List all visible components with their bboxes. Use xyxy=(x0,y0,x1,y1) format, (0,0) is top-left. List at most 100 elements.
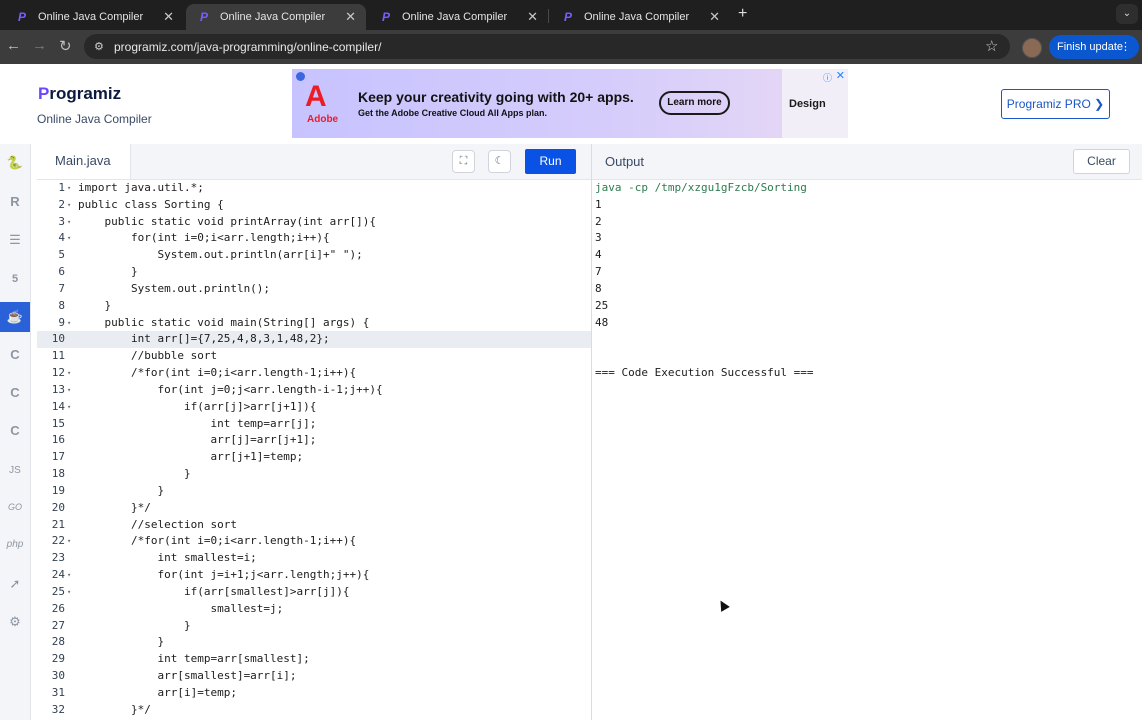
browser-tab[interactable]: P Online Java Compiler ✕ xyxy=(550,4,730,30)
line-number: 9 xyxy=(58,315,65,329)
code-line[interactable]: 10 int arr[]={7,25,4,8,3,1,48,2}; xyxy=(37,331,591,349)
browser-tab[interactable]: P Online Java Compiler ✕ xyxy=(4,4,184,30)
line-number: 22 xyxy=(51,534,65,548)
code-line[interactable]: 5 System.out.println(arr[i]+" "); xyxy=(37,247,591,264)
code-line[interactable]: 28 } xyxy=(37,634,591,651)
ad-brand: Adobe xyxy=(307,114,339,125)
code-line[interactable]: 25 ▾ if(arr[smallest]>arr[j]){ xyxy=(37,584,591,601)
fold-arrow-icon[interactable]: ▾ xyxy=(67,365,71,382)
fold-arrow-icon[interactable]: ▾ xyxy=(67,315,71,332)
code-line[interactable]: 21 //selection sort xyxy=(37,517,591,534)
browser-tab[interactable]: P Online Java Compiler ✕ xyxy=(368,4,548,30)
code-text: //selection sort xyxy=(78,517,237,531)
code-text: } xyxy=(78,618,191,632)
code-line[interactable]: 8 } xyxy=(37,298,591,315)
fold-arrow-icon[interactable]: ▾ xyxy=(67,382,71,399)
go-icon[interactable]: GO xyxy=(0,492,30,522)
code-text: int temp=arr[j]; xyxy=(78,416,317,430)
sql-icon[interactable]: ☰ xyxy=(0,225,30,255)
dark-mode-icon[interactable]: ☾ xyxy=(488,150,511,173)
back-icon[interactable]: ← xyxy=(6,37,21,54)
code-line[interactable]: 20 }*/ xyxy=(37,500,591,517)
java-icon[interactable]: ☕ xyxy=(0,302,30,332)
code-line[interactable]: 22 ▾ /*for(int i=0;i<arr.length-1;i++){ xyxy=(37,533,591,550)
code-line[interactable]: 30 arr[smallest]=arr[i]; xyxy=(37,668,591,685)
tab-search-icon[interactable]: ⌄ xyxy=(1116,4,1138,24)
clear-button[interactable]: Clear xyxy=(1073,149,1130,174)
r-icon[interactable]: R xyxy=(0,187,30,217)
cpp-icon[interactable]: C xyxy=(0,378,30,408)
code-line[interactable]: 3 ▾ public static void printArray(int arr… xyxy=(37,214,591,231)
adobe-ad-banner[interactable]: A Adobe Keep your creativity going with … xyxy=(292,69,848,138)
php-icon[interactable]: php xyxy=(0,530,30,560)
close-tab-icon[interactable]: ✕ xyxy=(345,9,356,25)
pane-divider[interactable] xyxy=(591,144,592,720)
ad-info-icon[interactable]: ⓘ xyxy=(823,71,832,84)
close-tab-icon[interactable]: ✕ xyxy=(709,9,720,25)
fullscreen-icon[interactable]: ⛶ xyxy=(452,150,475,173)
line-number: 16 xyxy=(51,433,65,447)
fold-arrow-icon[interactable]: ▾ xyxy=(67,230,71,247)
code-line[interactable]: 23 int smallest=i; xyxy=(37,550,591,567)
line-number: 30 xyxy=(51,669,65,683)
fold-arrow-icon[interactable]: ▾ xyxy=(67,180,71,197)
code-line[interactable]: 18 } xyxy=(37,466,591,483)
more-menu-icon[interactable]: ⋮ xyxy=(1120,35,1131,59)
close-tab-icon[interactable]: ✕ xyxy=(527,9,538,25)
code-line[interactable]: 32 }*/ xyxy=(37,702,591,719)
code-line[interactable]: 4 ▾ for(int i=0;i<arr.length;i++){ xyxy=(37,230,591,247)
programiz-logo[interactable]: Programiz xyxy=(38,84,121,104)
file-tab[interactable]: Main.java xyxy=(37,144,131,179)
code-line[interactable]: 13 ▾ for(int j=0;j<arr.length-i-1;j++){ xyxy=(37,382,591,399)
code-line[interactable]: 14 ▾ if(arr[j]>arr[j+1]){ xyxy=(37,399,591,416)
c-icon[interactable]: C xyxy=(0,340,30,370)
profile-avatar[interactable] xyxy=(1022,38,1042,58)
code-line[interactable]: 2 ▾ public class Sorting { xyxy=(37,197,591,214)
fold-arrow-icon[interactable]: ▾ xyxy=(67,567,71,584)
code-line[interactable]: 31 arr[i]=temp; xyxy=(37,685,591,702)
fold-arrow-icon[interactable]: ▾ xyxy=(67,584,71,601)
browser-tab-active[interactable]: P Online Java Compiler ✕ xyxy=(186,4,366,30)
ad-learn-more-button[interactable]: Learn more xyxy=(659,91,730,115)
programiz-pro-button[interactable]: Programiz PRO ❯ xyxy=(1001,89,1110,119)
run-button[interactable]: Run xyxy=(525,149,576,174)
code-line[interactable]: 11 //bubble sort xyxy=(37,348,591,365)
code-line[interactable]: 24 ▾ for(int j=i+1;j<arr.length;j++){ xyxy=(37,567,591,584)
code-line[interactable]: 27 } xyxy=(37,618,591,635)
site-info-icon[interactable]: ⚙ xyxy=(94,40,104,53)
code-line[interactable]: 19 } xyxy=(37,483,591,500)
js-icon[interactable]: JS xyxy=(0,456,30,486)
output-line: 48 xyxy=(595,315,609,329)
code-line[interactable]: 15 int temp=arr[j]; xyxy=(37,416,591,433)
output-header: Output Clear xyxy=(592,144,1142,180)
fold-arrow-icon[interactable]: ▾ xyxy=(67,533,71,550)
code-editor[interactable]: 1 ▾ import java.util.*; 2 ▾ public class Sort… xyxy=(37,180,591,720)
code-text: //bubble sort xyxy=(78,349,218,363)
close-tab-icon[interactable]: ✕ xyxy=(163,9,174,25)
url-text[interactable]: programiz.com/java-programming/online-co… xyxy=(114,40,381,54)
csharp-icon[interactable]: C xyxy=(0,416,30,446)
ad-close-icon[interactable]: ✕ xyxy=(836,69,845,82)
finish-update-button[interactable]: Finish update ⋮ xyxy=(1049,35,1139,59)
ad-shield-icon xyxy=(296,72,305,81)
new-tab-icon[interactable]: + xyxy=(738,5,747,23)
code-line[interactable]: 16 arr[j]=arr[j+1]; xyxy=(37,432,591,449)
forward-icon[interactable]: → xyxy=(32,37,47,54)
rust-icon[interactable]: ⚙ xyxy=(0,607,30,637)
code-line[interactable]: 29 int temp=arr[smallest]; xyxy=(37,651,591,668)
code-line[interactable]: 6 } xyxy=(37,264,591,281)
swift-icon[interactable]: ➚ xyxy=(0,569,30,599)
fold-arrow-icon[interactable]: ▾ xyxy=(67,399,71,416)
code-line[interactable]: 12 ▾ /*for(int i=0;i<arr.length-1;i++){ xyxy=(37,365,591,382)
code-line[interactable]: 1 ▾ import java.util.*; xyxy=(37,180,591,197)
code-line[interactable]: 17 arr[j+1]=temp; xyxy=(37,449,591,466)
reload-icon[interactable]: ↻ xyxy=(59,37,72,55)
html-icon[interactable]: 5 xyxy=(0,264,30,294)
python-icon[interactable]: 🐍 xyxy=(0,148,30,178)
code-line[interactable]: 7 System.out.println(); xyxy=(37,281,591,298)
fold-arrow-icon[interactable]: ▾ xyxy=(67,197,71,214)
code-line[interactable]: 9 ▾ public static void main(String[] args… xyxy=(37,315,591,332)
bookmark-star-icon[interactable]: ☆ xyxy=(985,37,998,55)
fold-arrow-icon[interactable]: ▾ xyxy=(67,214,71,231)
code-line[interactable]: 26 smallest=j; xyxy=(37,601,591,618)
